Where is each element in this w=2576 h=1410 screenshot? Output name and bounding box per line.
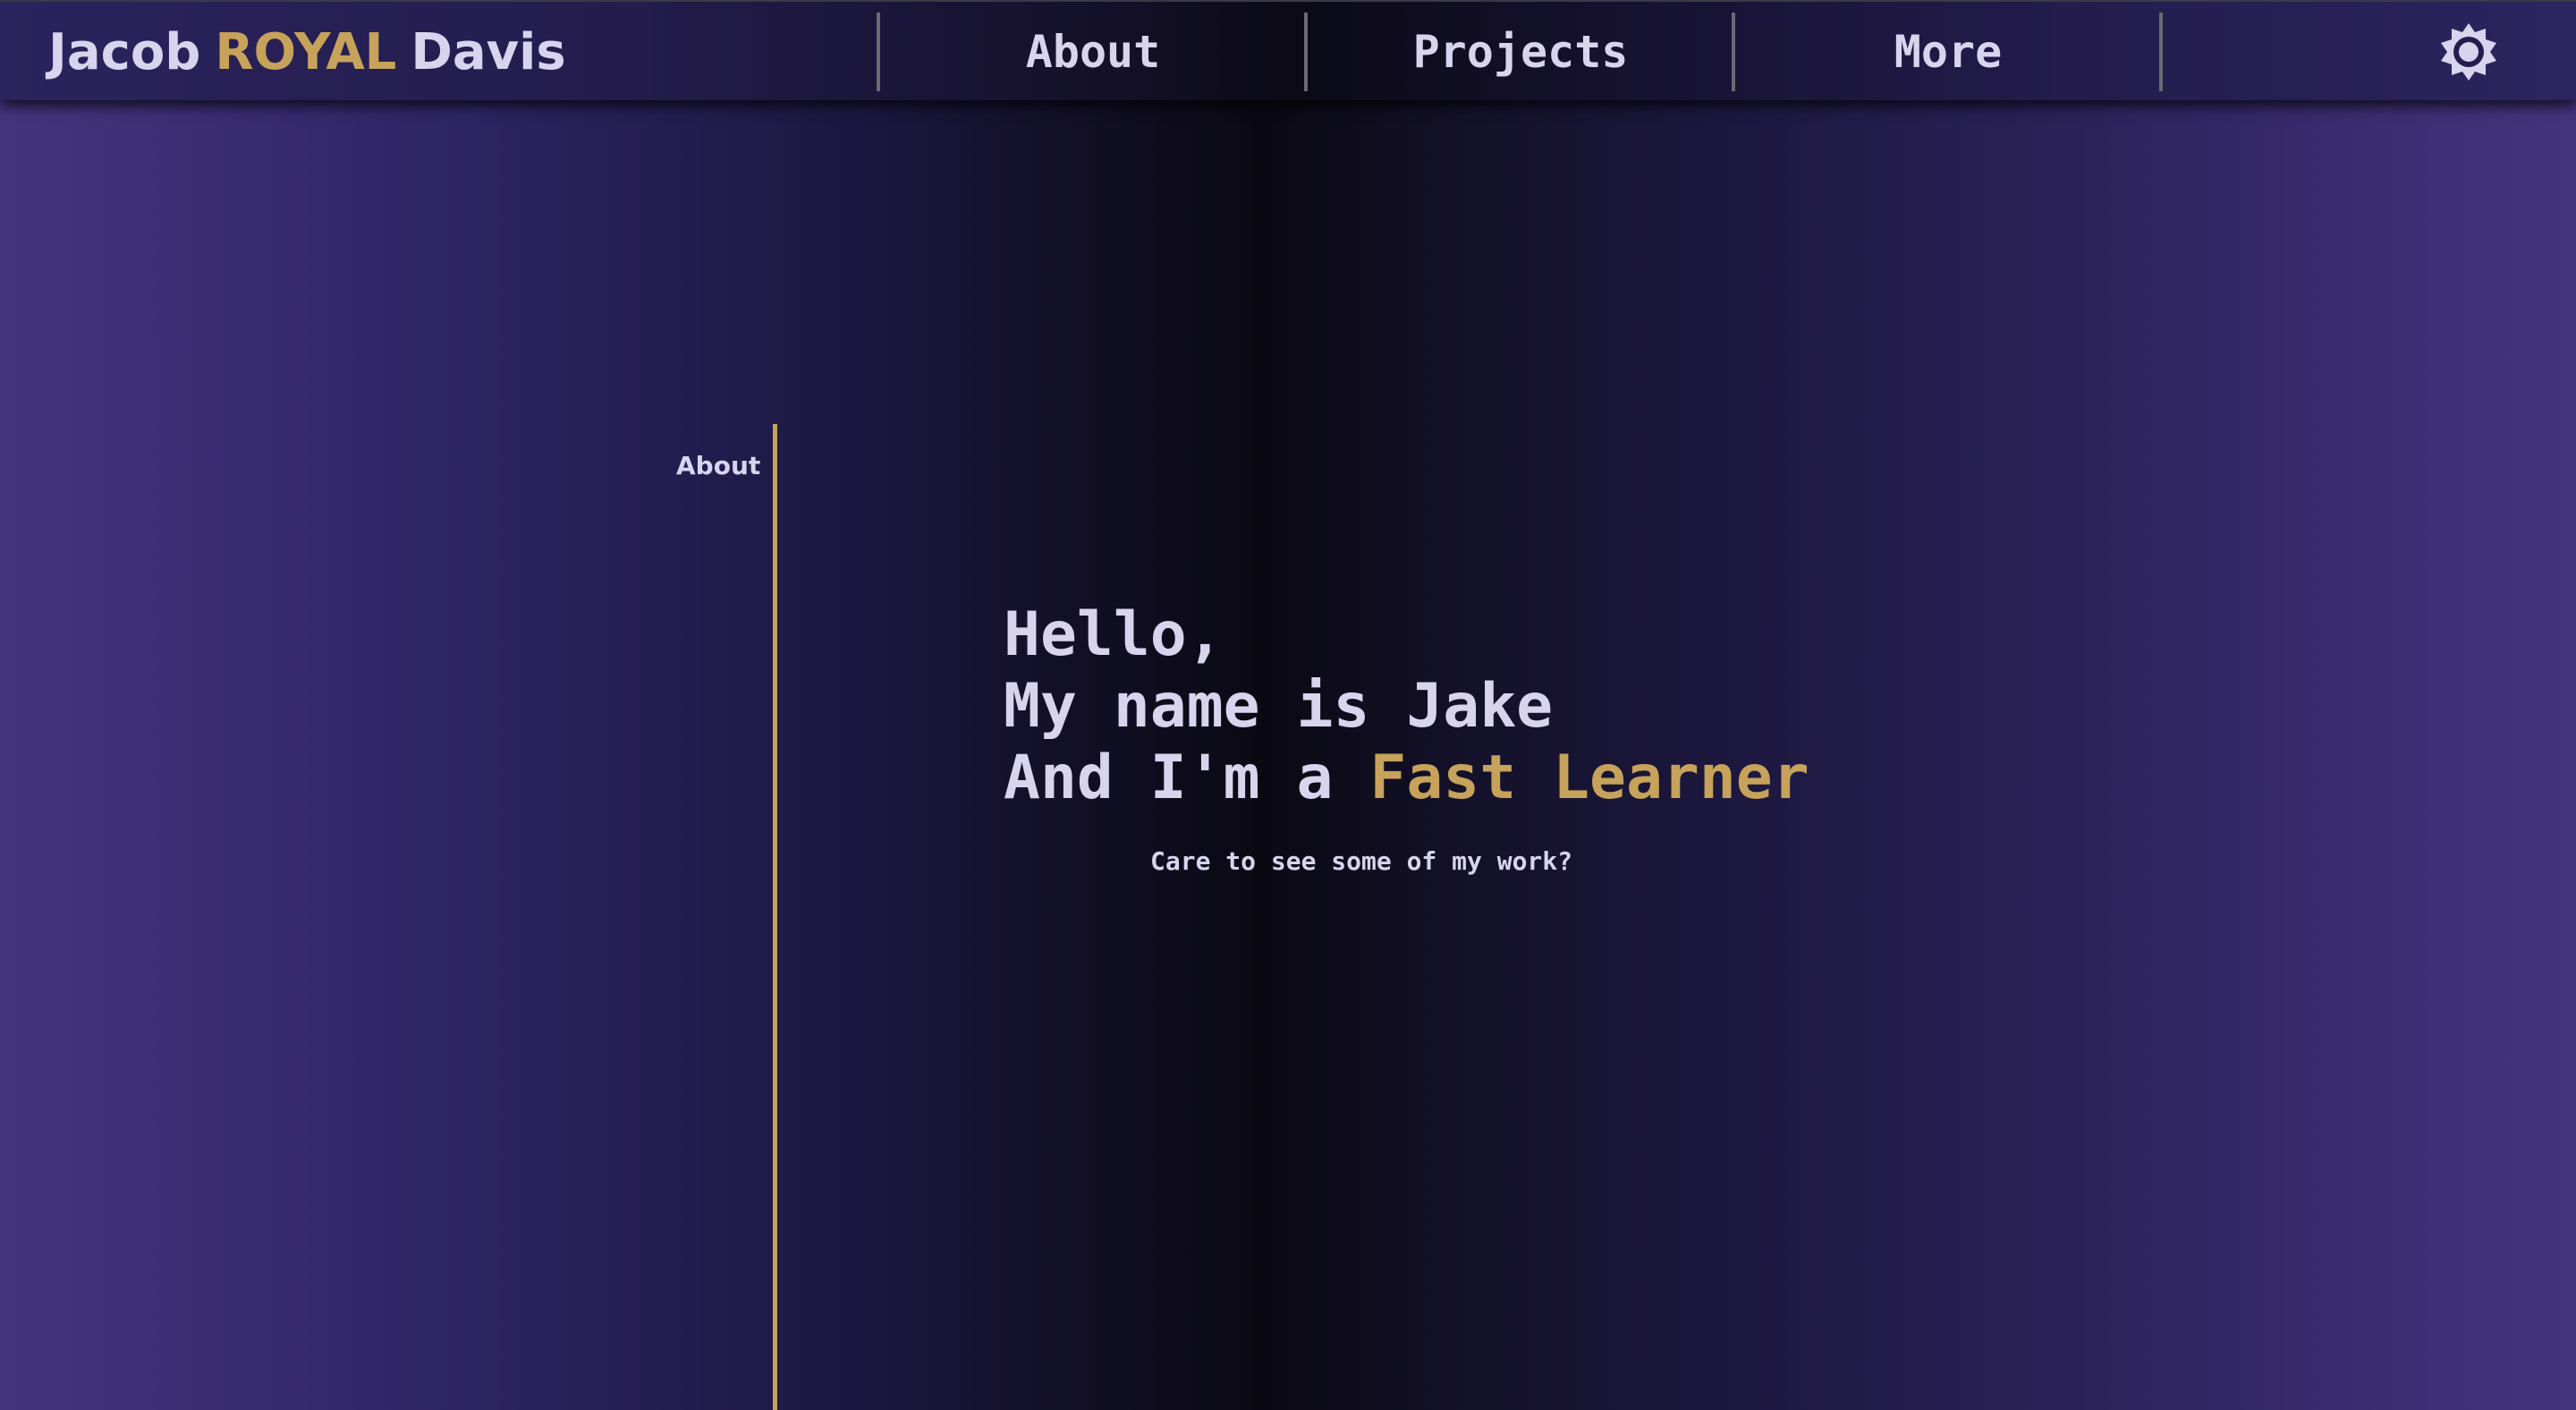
- hero-tagline-highlight: Fast Learner: [1369, 743, 1809, 813]
- hero-name-line: My name is Jake: [1004, 671, 1554, 742]
- see-work-link[interactable]: Care to see some of my work?: [1150, 846, 1572, 876]
- nav-projects[interactable]: Projects: [1308, 2, 1733, 102]
- hero-heading: Hello, My name is Jake And I'm a Fast Le…: [1004, 599, 1809, 814]
- brand-last-name: Davis: [411, 22, 566, 81]
- nav-more[interactable]: More: [1735, 2, 2161, 102]
- gear-icon[interactable]: [2438, 21, 2499, 82]
- section-label-about[interactable]: About: [676, 451, 760, 480]
- hero-tagline-prefix: And I'm a: [1004, 743, 1370, 813]
- top-navbar: Jacob ROYAL Davis About Projects More: [0, 0, 2576, 100]
- nav-divider: [2159, 13, 2163, 91]
- hero-greeting: Hello,: [1004, 599, 1224, 670]
- site-brand[interactable]: Jacob ROYAL Davis: [48, 2, 566, 102]
- brand-first-name: Jacob: [48, 22, 201, 81]
- nav-about[interactable]: About: [880, 2, 1306, 102]
- brand-middle-name: ROYAL: [215, 22, 397, 81]
- hero-tagline: And I'm a Fast Learner: [1004, 743, 1809, 814]
- section-divider-line: [773, 424, 777, 1410]
